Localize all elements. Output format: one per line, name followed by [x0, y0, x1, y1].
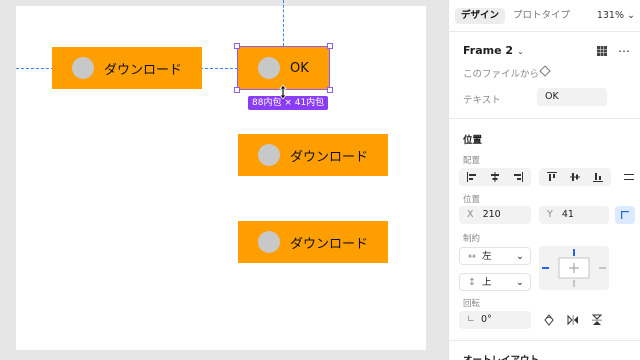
angle-icon: ∟: [467, 314, 475, 325]
flip-vertical-button[interactable]: [587, 311, 607, 329]
more-icon[interactable]: ⋯: [618, 44, 631, 58]
zoom-value: 131%: [596, 10, 624, 21]
button-label: ダウンロード: [290, 236, 369, 252]
canvas[interactable]: ダウンロード OK ダウンロード ダウンロード 88内包 × 41内包: [0, 0, 448, 360]
vertical-guide: [283, 0, 284, 46]
text-property-input[interactable]: OK: [537, 88, 607, 106]
rotation-field[interactable]: ∟ 0°: [459, 311, 531, 329]
tab-design[interactable]: デザイン: [455, 8, 506, 24]
rotation-label: 回転: [463, 299, 481, 309]
x-value: 210: [482, 209, 501, 220]
x-label: X: [467, 209, 474, 220]
panel-tabs: デザイン プロトタイプ 131% ⌄: [449, 0, 640, 32]
distribute-button[interactable]: [619, 168, 639, 186]
resize-handle-bottom-left[interactable]: [234, 87, 240, 93]
rotation-value: 0°: [481, 314, 492, 325]
align-top-button[interactable]: [541, 168, 563, 186]
vertical-align-group: [539, 168, 611, 186]
component-source: このファイルから: [463, 69, 540, 80]
chevron-down-icon: ⌄: [516, 277, 524, 288]
zoom-dropdown[interactable]: 131% ⌄: [597, 8, 635, 24]
rotate-icon: [544, 314, 554, 326]
vertical-constraint-value: 上: [482, 277, 492, 288]
grid-icon[interactable]: [597, 46, 607, 56]
resize-handle-top-right[interactable]: [327, 43, 333, 49]
horizontal-align-group: [459, 168, 531, 186]
position-section-title: 位置: [463, 135, 483, 146]
y-position-field[interactable]: Y 41: [539, 206, 609, 224]
chevron-down-icon: ⌄: [516, 251, 524, 262]
constraints-label: 制約: [463, 234, 481, 244]
circle-icon: [72, 57, 94, 79]
constraint-widget[interactable]: [539, 246, 609, 290]
align-top-icon: [547, 172, 557, 181]
align-bottom-icon: [593, 173, 603, 182]
align-left-icon: [467, 172, 476, 182]
distribute-icon: [624, 174, 634, 180]
constraint-diagram-icon: [542, 249, 606, 287]
text-property-label: テキスト: [463, 95, 501, 106]
align-center-icon: [491, 172, 499, 182]
y-label: Y: [547, 209, 553, 220]
horizontal-constraint-icon: ↔: [468, 251, 476, 262]
frame-name-dropdown[interactable]: Frame 2 ⌄: [463, 44, 524, 57]
resize-handle-top-left[interactable]: [234, 43, 240, 49]
y-value: 41: [561, 209, 574, 220]
auto-layout-section-title: オートレイアウト: [463, 352, 539, 360]
align-right-icon: [514, 172, 523, 182]
align-left-button[interactable]: [461, 168, 483, 186]
circle-icon: [258, 231, 280, 253]
align-center-button[interactable]: [484, 168, 506, 186]
frame-name: Frame 2: [463, 44, 514, 57]
chevron-down-icon: ⌄: [627, 10, 635, 21]
properties-panel: デザイン プロトタイプ 131% ⌄ Frame 2 ⌄ ⋯ このファイルから テ…: [448, 0, 640, 360]
flip-horizontal-button[interactable]: [563, 311, 583, 329]
divider: [449, 340, 640, 341]
tab-prototype[interactable]: プロトタイプ: [507, 8, 576, 24]
horizontal-constraint-select[interactable]: ↔ 左 ⌄: [459, 247, 531, 265]
download-button-1[interactable]: ダウンロード: [52, 47, 202, 89]
position-label: 位置: [463, 195, 481, 205]
component-diamond-icon[interactable]: [539, 65, 551, 77]
horizontal-constraint-value: 左: [482, 251, 492, 262]
download-button-3[interactable]: ダウンロード: [238, 221, 388, 263]
align-right-button[interactable]: [507, 168, 529, 186]
x-position-field[interactable]: X 210: [459, 206, 531, 224]
alignment-label: 配置: [463, 156, 481, 166]
absolute-position-icon: [621, 211, 629, 219]
size-badge: 88内包 × 41内包: [248, 96, 329, 110]
absolute-position-button[interactable]: [615, 206, 635, 224]
selection-box: [237, 46, 330, 90]
rotate-button[interactable]: [539, 311, 559, 329]
resize-cursor-icon: [279, 85, 287, 99]
chevron-down-icon: ⌄: [517, 47, 524, 56]
vertical-constraint-select[interactable]: ↕ 上 ⌄: [459, 273, 531, 291]
circle-icon: [258, 144, 280, 166]
flip-vertical-icon: [591, 314, 603, 325]
align-middle-button[interactable]: [564, 168, 586, 186]
resize-handle-bottom-right[interactable]: [327, 87, 333, 93]
download-button-2[interactable]: ダウンロード: [238, 134, 388, 176]
button-label: ダウンロード: [290, 149, 369, 165]
divider: [449, 118, 640, 119]
button-label: ダウンロード: [104, 62, 183, 78]
vertical-constraint-icon: ↕: [468, 277, 476, 288]
flip-horizontal-icon: [567, 314, 578, 326]
align-middle-icon: [570, 173, 580, 181]
align-bottom-button[interactable]: [587, 168, 609, 186]
